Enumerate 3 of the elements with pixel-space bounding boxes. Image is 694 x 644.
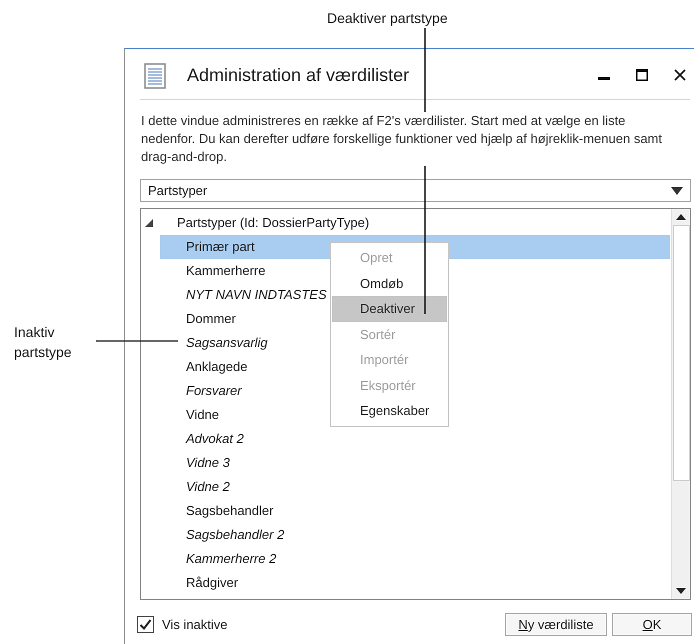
window-title: Administration af værdilister [187,64,410,86]
callout-label: Deaktiver partstype [327,9,448,28]
callout-label: Inaktiv partstype [14,323,73,362]
